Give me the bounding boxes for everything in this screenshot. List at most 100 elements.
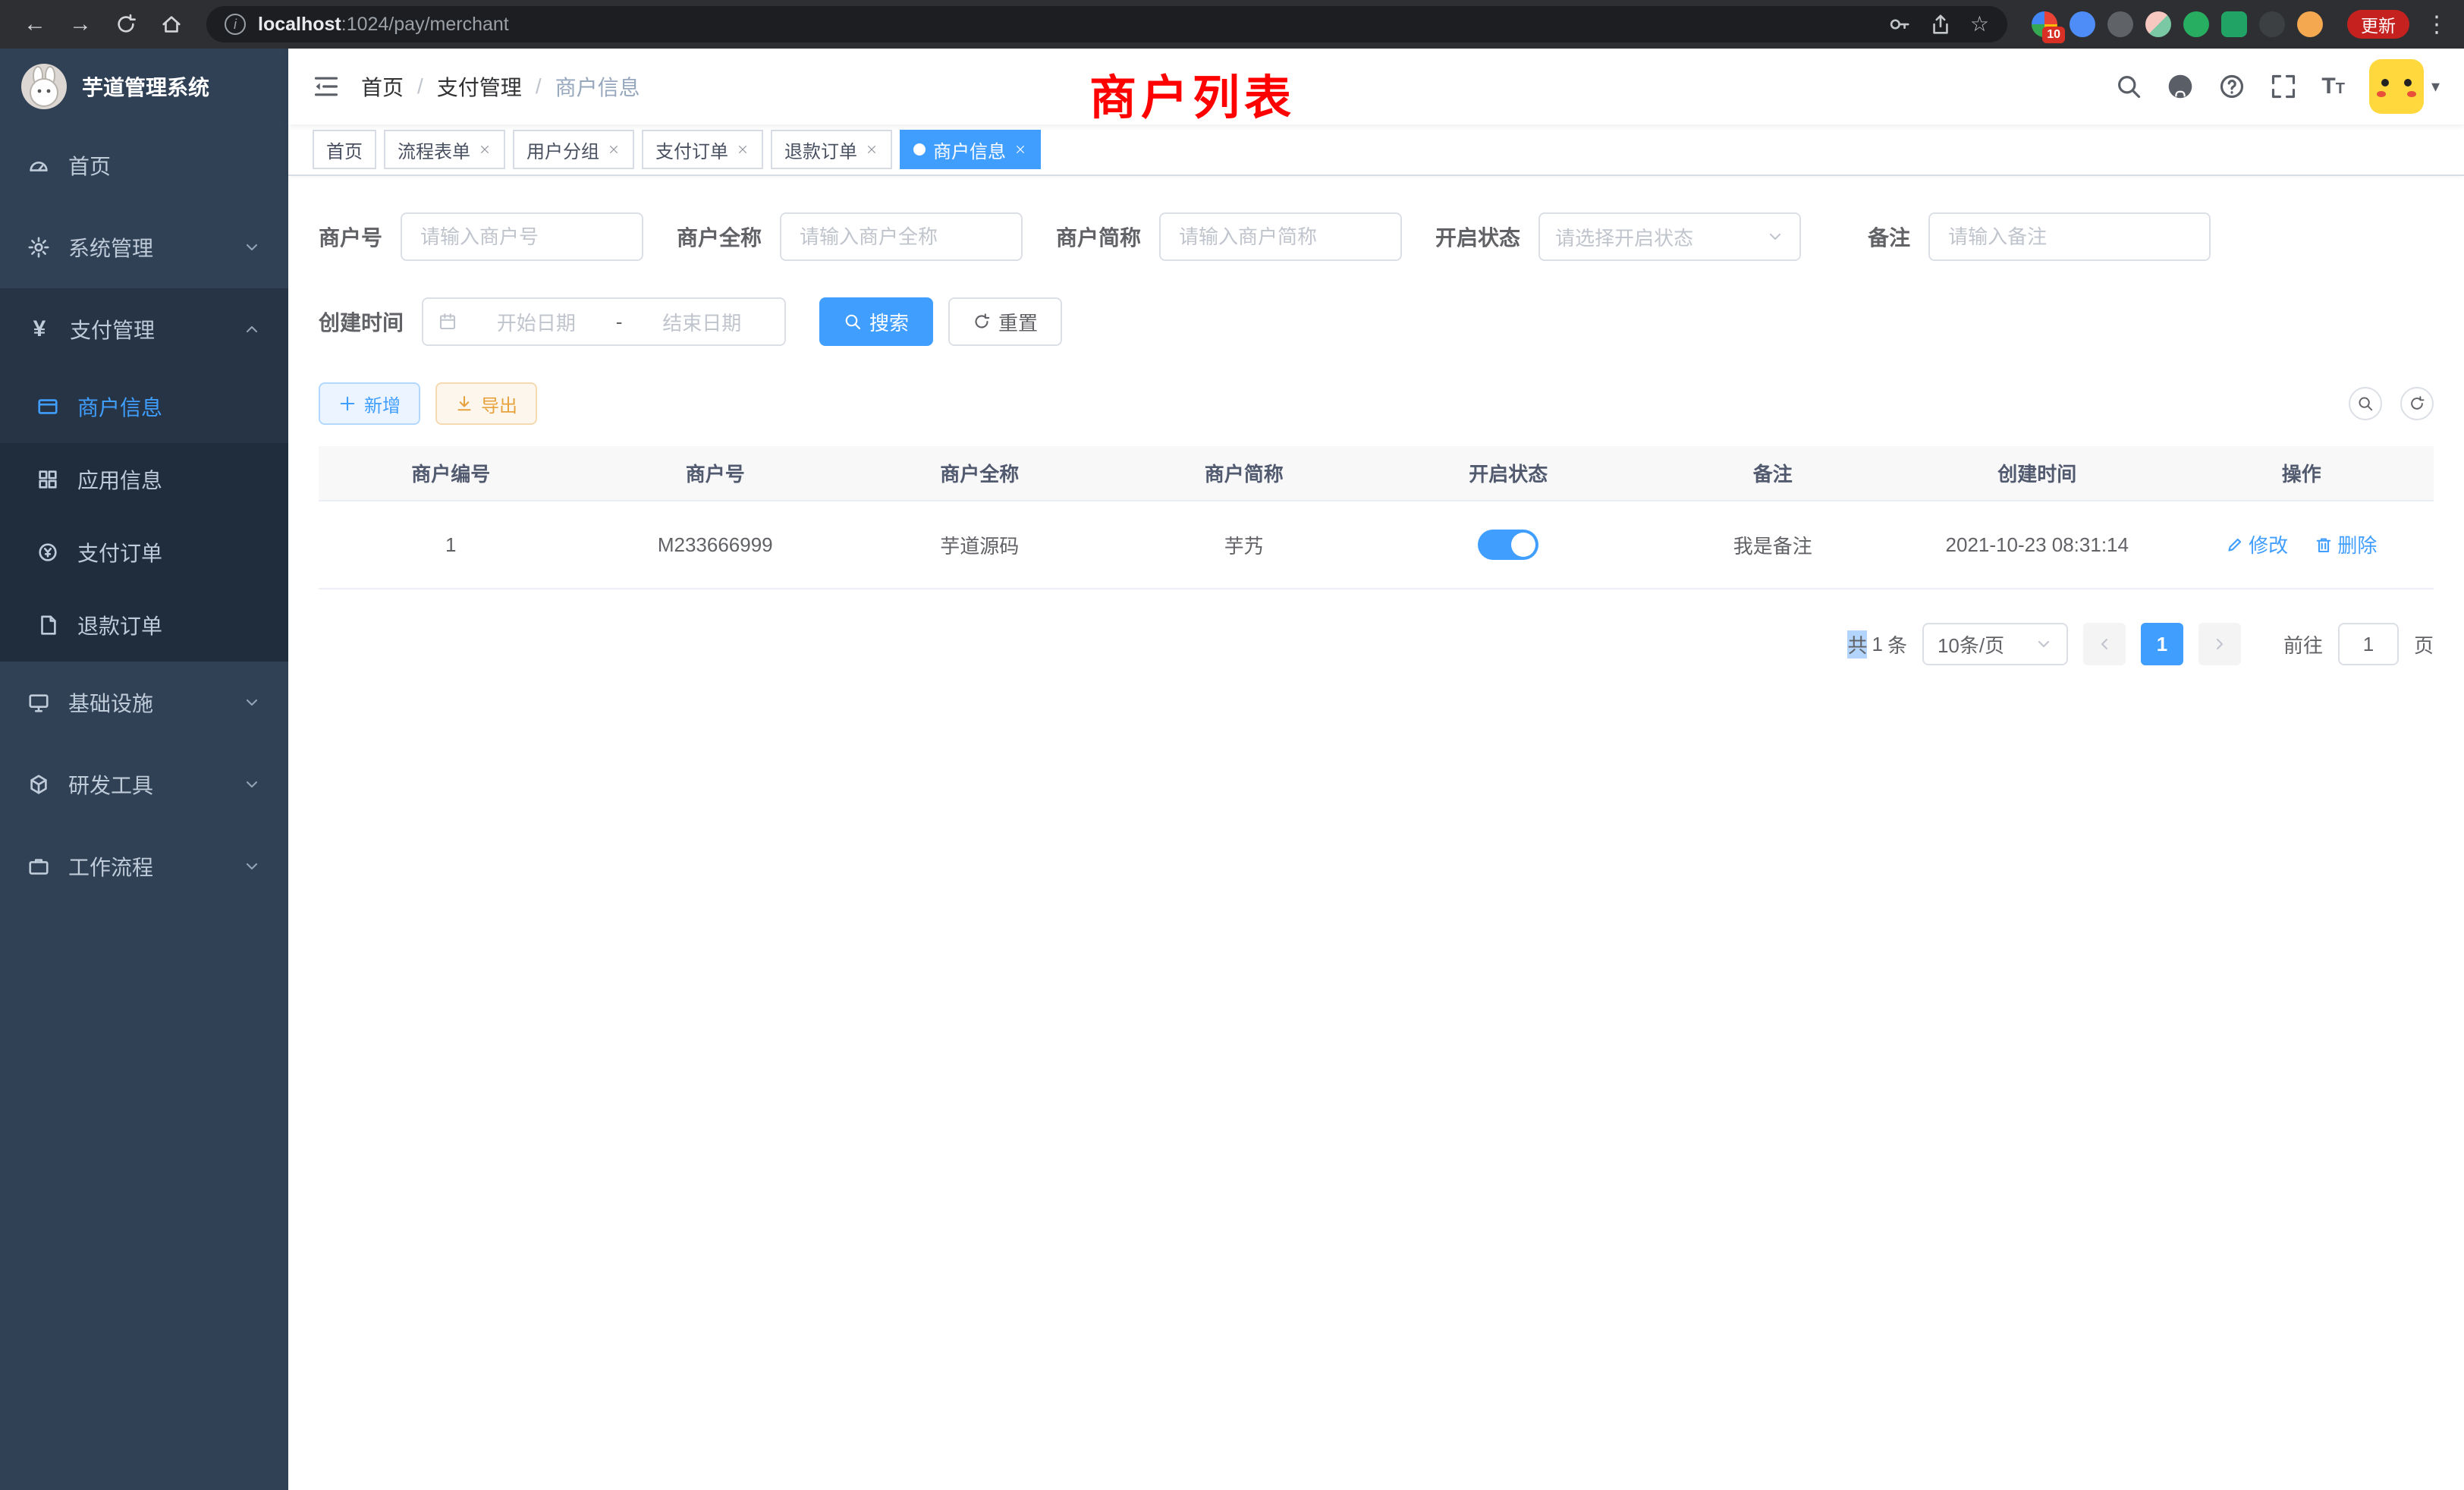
tab-process-form[interactable]: 流程表单	[384, 130, 505, 169]
font-size-icon[interactable]: TT	[2321, 74, 2345, 99]
url-text: localhost:1024/pay/merchant	[258, 14, 1876, 36]
sidebar-item-payment-orders[interactable]: 支付订单	[0, 516, 288, 589]
extension-badge: 10	[2042, 27, 2065, 43]
filter-label: 备注	[1868, 222, 1910, 252]
breadcrumb-payment[interactable]: 支付管理	[437, 71, 522, 102]
share-icon[interactable]	[1929, 13, 1952, 36]
add-button[interactable]: 新增	[319, 382, 420, 425]
refresh-list-button[interactable]	[2400, 387, 2434, 420]
extension-icon-multicolor[interactable]	[2145, 11, 2171, 37]
sidebar-item-label: 支付订单	[77, 537, 261, 567]
help-icon[interactable]	[2218, 73, 2246, 100]
breadcrumb-home[interactable]: 首页	[361, 71, 404, 102]
goto-suffix: 页	[2414, 630, 2434, 659]
tags-view-bar: 首页 流程表单 用户分组 支付订单 退款订单	[288, 124, 2464, 176]
total-suffix: 条	[1887, 630, 1907, 659]
tab-refund-orders[interactable]: 退款订单	[771, 130, 892, 169]
browser-update-button[interactable]: 更新	[2347, 10, 2409, 39]
extension-icon-green-circle[interactable]	[2183, 11, 2209, 37]
chevron-down-icon	[1766, 228, 1784, 246]
breadcrumb-separator: /	[536, 74, 542, 99]
prev-page-button[interactable]	[2083, 623, 2126, 665]
browser-profile-avatar[interactable]	[2297, 11, 2323, 37]
extension-icon-blue[interactable]	[2070, 11, 2095, 37]
edit-link[interactable]: 修改	[2226, 530, 2288, 558]
fullscreen-icon[interactable]	[2270, 73, 2297, 100]
goto-page-input[interactable]	[2338, 623, 2399, 665]
user-menu[interactable]: ▾	[2369, 59, 2440, 114]
filter-remark: 备注	[1868, 212, 2211, 261]
filter-merchant-no: 商户号	[319, 212, 643, 261]
cube-icon	[27, 773, 50, 796]
browser-back-button[interactable]: ←	[15, 5, 55, 44]
status-select[interactable]: 请选择开启状态	[1538, 212, 1801, 261]
tab-close-icon[interactable]	[607, 143, 621, 156]
sidebar-item-app-info[interactable]: 应用信息	[0, 443, 288, 516]
browser-home-button[interactable]	[152, 5, 191, 44]
tab-close-icon[interactable]	[736, 143, 750, 156]
merchant-short-name-input[interactable]	[1159, 212, 1402, 261]
sidebar-item-system[interactable]: 系统管理	[0, 206, 288, 288]
tab-close-icon[interactable]	[478, 143, 492, 156]
sidebar-item-payment[interactable]: ¥ 支付管理	[0, 288, 288, 370]
password-key-icon[interactable]	[1888, 13, 1911, 36]
site-info-icon[interactable]: i	[225, 14, 246, 35]
extension-icon-gray[interactable]	[2107, 11, 2133, 37]
chevron-down-icon	[2035, 635, 2053, 653]
cell-remark: 我是备注	[1641, 501, 1906, 589]
extension-icon-green-square[interactable]	[2221, 11, 2247, 37]
browser-refresh-button[interactable]	[106, 5, 146, 44]
sidebar-item-home[interactable]: 首页	[0, 124, 288, 206]
next-page-button[interactable]	[2198, 623, 2241, 665]
sidebar-item-label: 研发工具	[68, 769, 225, 800]
tab-close-icon[interactable]	[1014, 143, 1027, 156]
app-logo[interactable]: 芋道管理系统	[0, 49, 288, 124]
tab-payment-orders[interactable]: 支付订单	[642, 130, 763, 169]
table-toolbar: 新增 导出	[319, 382, 2434, 425]
tab-user-group[interactable]: 用户分组	[513, 130, 634, 169]
status-toggle[interactable]	[1478, 530, 1538, 560]
tab-home[interactable]: 首页	[313, 130, 376, 169]
github-icon[interactable]	[2167, 73, 2194, 100]
toggle-search-button[interactable]	[2349, 387, 2382, 420]
grid-icon	[36, 468, 59, 491]
sidebar-item-merchant-info[interactable]: 商户信息	[0, 370, 288, 443]
extension-icon-dark[interactable]	[2259, 11, 2285, 37]
sidebar-toggle-icon[interactable]	[313, 73, 340, 100]
bookmark-star-icon[interactable]: ☆	[1970, 14, 1989, 35]
chevron-down-icon	[243, 238, 261, 256]
tab-close-icon[interactable]	[865, 143, 878, 156]
tab-label: 商户信息	[933, 137, 1006, 163]
merchant-no-input[interactable]	[401, 212, 643, 261]
export-button[interactable]: 导出	[435, 382, 537, 425]
sidebar-item-dev-tools[interactable]: 研发工具	[0, 743, 288, 825]
filter-status: 开启状态 请选择开启状态	[1435, 212, 1801, 261]
tab-merchant-info[interactable]: 商户信息	[900, 130, 1041, 169]
remark-input[interactable]	[1928, 212, 2211, 261]
browser-forward-button[interactable]: →	[61, 5, 100, 44]
delete-link[interactable]: 删除	[2315, 530, 2377, 558]
sidebar-item-refund-orders[interactable]: 退款订单	[0, 589, 288, 662]
sidebar-item-workflow[interactable]: 工作流程	[0, 825, 288, 907]
search-button[interactable]: 搜索	[819, 297, 933, 346]
create-time-range-picker[interactable]: 开始日期 - 结束日期	[422, 297, 786, 346]
filter-label: 开启状态	[1435, 222, 1520, 252]
cell-merchant-no: M233666999	[583, 501, 848, 589]
search-icon[interactable]	[2115, 73, 2142, 100]
sidebar-item-label: 商户信息	[77, 391, 261, 422]
briefcase-icon	[27, 855, 50, 878]
reset-button[interactable]: 重置	[948, 297, 1062, 346]
browser-menu-icon[interactable]: ⋮	[2425, 11, 2449, 38]
extension-icon-palette[interactable]: 10	[2032, 11, 2057, 37]
sidebar-item-infrastructure[interactable]: 基础设施	[0, 662, 288, 743]
merchant-name-input[interactable]	[780, 212, 1023, 261]
page-size-select[interactable]: 10条/页	[1922, 623, 2068, 665]
gear-icon	[27, 236, 50, 259]
url-host: localhost	[258, 14, 341, 35]
sidebar-item-label: 工作流程	[68, 851, 225, 882]
page-number-button[interactable]: 1	[2141, 623, 2183, 665]
select-placeholder: 请选择开启状态	[1555, 223, 1693, 251]
refresh-icon	[973, 313, 991, 331]
tab-label: 用户分组	[526, 137, 599, 163]
address-bar[interactable]: i localhost:1024/pay/merchant ☆	[206, 6, 2007, 42]
